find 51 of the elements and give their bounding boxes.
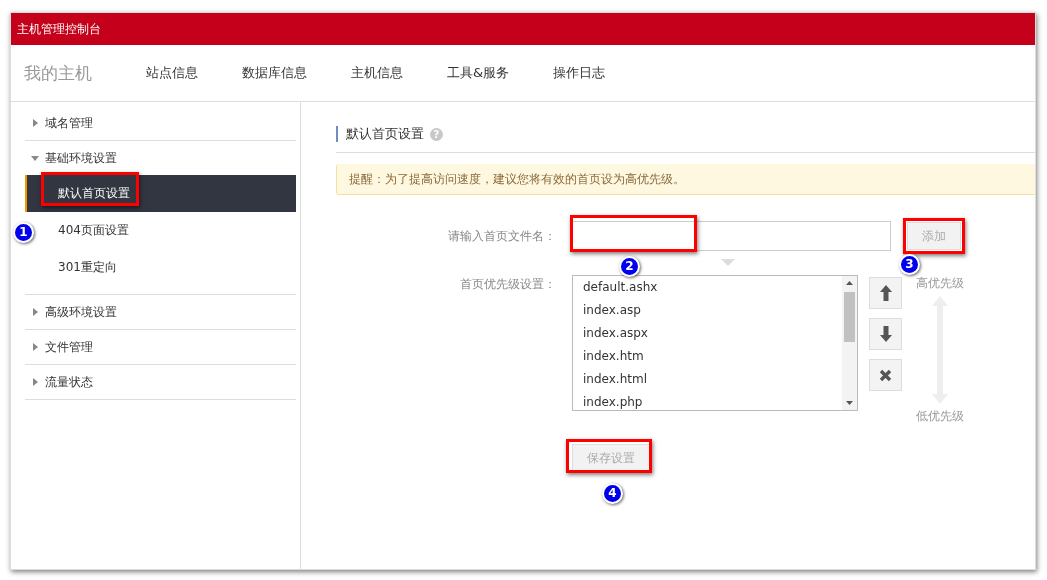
caret-right-icon [31,343,39,351]
sidebar-group[interactable]: 流量状态 [25,365,296,399]
sidebar-group[interactable]: 高级环境设置 [25,295,296,329]
sidebar-item[interactable]: 默认首页设置 [25,175,296,212]
caret-icon [721,259,735,266]
delete-button[interactable] [869,359,902,391]
list-item[interactable]: index.asp [583,299,842,322]
arrow-up-icon [879,285,892,301]
list-item[interactable]: index.html [583,368,842,391]
step-badge: 3 [899,254,920,275]
app-title: 主机管理控制台 [17,20,101,38]
step-badge: 2 [619,256,640,277]
list-item[interactable]: index.php [583,391,842,410]
sidebar-item[interactable]: 301重定向 [25,249,296,286]
nav-tab[interactable]: 数据库信息 [242,64,307,82]
sidebar-group-label: 基础环境设置 [45,149,117,167]
high-priority-label: 高优先级 [916,275,964,292]
caret-right-icon [31,119,39,127]
move-down-button[interactable] [869,318,902,350]
caret-right-icon [31,308,39,316]
sidebar-group[interactable]: 域名管理 [25,106,296,140]
caret-down-icon [31,154,39,162]
field-label: 首页优先级设置： [459,276,556,293]
nav-tab[interactable]: 站点信息 [146,64,198,82]
brand-title: 我的主机 [24,61,93,85]
sidebar-group[interactable]: 基础环境设置 [25,141,296,175]
notice-text: 提醒：为了提高访问速度，建议您将有效的首页设为高优先级。 [349,170,685,188]
move-up-button[interactable] [869,277,902,309]
nav-tab[interactable]: 主机信息 [351,64,403,82]
annotation-box [903,218,965,254]
list-item[interactable]: index.aspx [583,322,842,345]
list-item[interactable]: index.htm [583,345,842,368]
step-badge: 1 [13,222,34,243]
arrow-down-icon [879,326,892,342]
sidebar-group-label: 高级环境设置 [45,303,117,321]
sidebar-group[interactable]: 文件管理 [25,330,296,364]
sidebar-group-label: 流量状态 [45,373,93,391]
sidebar-group-label: 文件管理 [45,338,93,356]
step-badge: 4 [602,483,623,504]
list-item[interactable]: default.ashx [583,276,842,299]
filename-input[interactable] [571,221,891,251]
nav-tab[interactable]: 工具&服务 [447,64,510,82]
caret-right-icon [31,378,39,386]
scrollbar[interactable] [842,276,857,410]
sidebar-group-label: 域名管理 [45,114,93,132]
nav-tab[interactable]: 操作日志 [553,64,606,82]
close-icon [879,368,892,382]
file-listbox[interactable]: default.ashx index.asp index.aspx index.htm index.html index.php [572,275,858,411]
low-priority-label: 低优先级 [916,408,964,425]
page-title: 默认首页设置 [346,125,424,143]
field-label: 请输入首页文件名： [447,228,556,245]
